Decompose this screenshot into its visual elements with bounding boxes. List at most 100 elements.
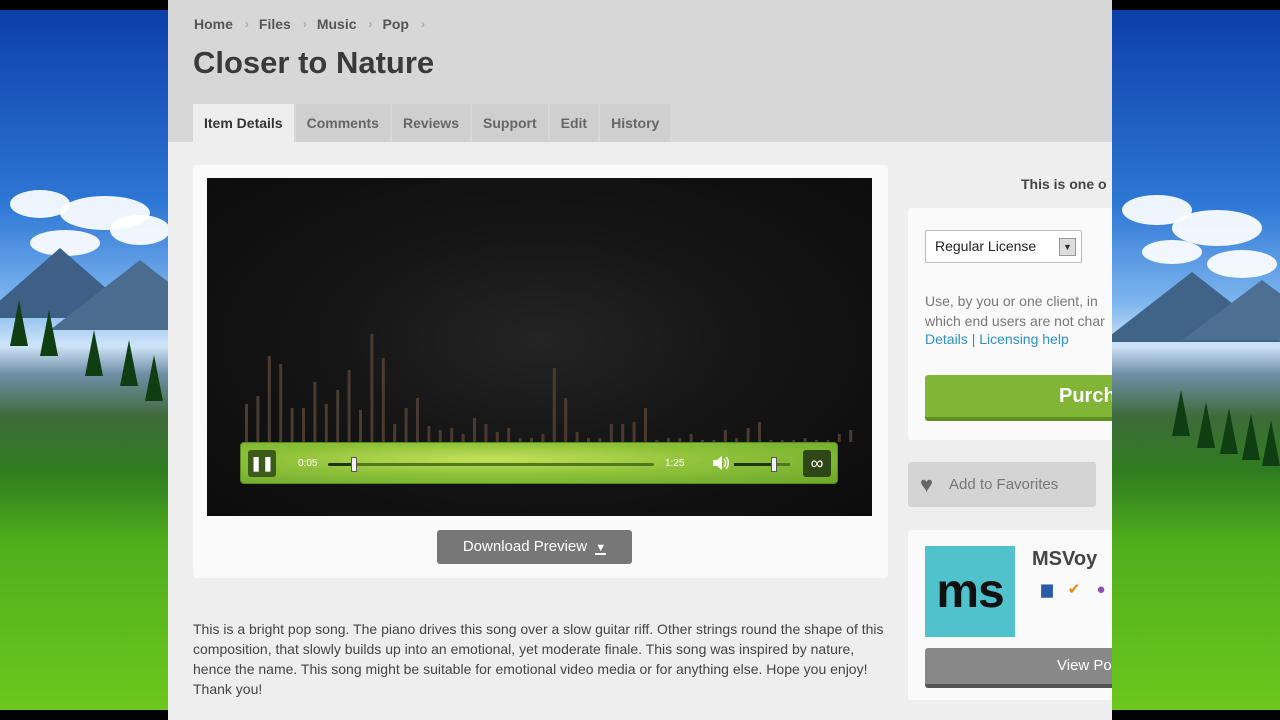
tab-history[interactable]: History [600, 104, 671, 142]
waveform-bar [632, 422, 636, 442]
waveform-bar [541, 434, 545, 442]
item-page: Home › Files › Music › Pop › Closer to N… [168, 0, 1112, 720]
volume-level [734, 463, 775, 466]
screen: Home › Files › Music › Pop › Closer to N… [0, 0, 1280, 720]
seek-handle[interactable] [351, 457, 358, 472]
waveform-bar [427, 426, 431, 442]
tab-item-details[interactable]: Item Details [193, 104, 294, 142]
license-select[interactable]: Regular License ▼ [925, 230, 1082, 263]
player-controls: ❚❚ 0:05 1:25 ∞ [240, 442, 838, 484]
waveform-bar [438, 430, 442, 442]
chevron-right-icon: › [368, 17, 373, 31]
volume-icon[interactable] [712, 455, 730, 471]
waveform-bar [370, 334, 374, 442]
breadcrumb: Home › Files › Music › Pop › [194, 16, 435, 32]
waveform-bar [404, 408, 408, 442]
waveform-bar [256, 396, 260, 442]
waveform-bar [393, 424, 397, 442]
item-description: This is a bright pop song. The piano dri… [193, 621, 884, 697]
waveform-bar [837, 434, 841, 442]
download-preview-label: Download Preview [462, 538, 588, 555]
breadcrumb-home[interactable]: Home [194, 16, 233, 32]
preview-card: ❚❚ 0:05 1:25 ∞ Download Preview ▼ [193, 165, 888, 578]
license-select-value: Regular License [935, 238, 1037, 254]
waveform-bar [324, 404, 328, 442]
desktop-background-right [1112, 10, 1280, 710]
waveform-bar [495, 432, 499, 442]
waveform-bar [575, 432, 579, 442]
desktop-background-left [0, 10, 168, 710]
details-link[interactable]: Details [925, 331, 968, 347]
waveform-bar [621, 424, 625, 442]
pause-icon: ❚❚ [250, 455, 274, 471]
waveform-bar [644, 408, 647, 442]
check-badge-icon[interactable]: ✔ [1063, 580, 1085, 600]
seek-slider[interactable] [328, 457, 654, 472]
view-portfolio-button[interactable]: View Po [925, 648, 1112, 688]
license-description: Use, by you or one client, in which end … [925, 291, 1112, 331]
volume-slider[interactable] [734, 457, 790, 472]
waveform-bar [552, 368, 556, 442]
waveform-bar [609, 424, 613, 442]
waveform-bar [416, 398, 419, 442]
license-card: Regular License ▼ Use, by you or one cli… [908, 208, 1112, 440]
waveform-bar [302, 408, 305, 442]
chevron-right-icon: › [420, 17, 425, 31]
waveform-bar [461, 434, 465, 442]
loop-button[interactable]: ∞ [803, 450, 831, 477]
tab-support[interactable]: Support [472, 104, 548, 142]
licensing-help-link[interactable]: Licensing help [979, 331, 1069, 347]
waveform-bar [689, 434, 693, 442]
waveform-bar [564, 398, 568, 442]
waveform-bar [849, 430, 853, 442]
tab-reviews[interactable]: Reviews [391, 104, 470, 142]
waveform-bar [279, 364, 283, 442]
license-description-line: Use, by you or one client, in [925, 293, 1098, 309]
waveform-bar [758, 422, 761, 442]
dropdown-arrow-icon[interactable]: ▼ [1059, 238, 1076, 256]
tab-edit[interactable]: Edit [549, 104, 599, 142]
waveform-bar [245, 404, 248, 442]
chevron-right-icon: › [244, 17, 249, 31]
breadcrumb-pop[interactable]: Pop [383, 16, 409, 32]
heart-icon: ♥ [920, 472, 934, 497]
page-title: Closer to Nature [193, 45, 435, 80]
pause-button[interactable]: ❚❚ [248, 450, 276, 477]
waveform-bar [290, 408, 294, 442]
current-time: 0:05 [298, 458, 318, 469]
add-to-favorites-button[interactable]: ♥ Add to Favorites [908, 462, 1096, 507]
purchase-button[interactable]: Purch [925, 375, 1112, 421]
license-links: Details | Licensing help [925, 331, 1069, 347]
waveform-bar [484, 424, 488, 442]
author-card: ms MSVoy ▆ ✔ ● View Po [908, 530, 1112, 700]
waveform-bar [746, 428, 750, 442]
waveform-bar [267, 356, 271, 442]
waveform-bar [723, 430, 727, 442]
item-tabs: Item Details Comments Reviews Support Ed… [193, 104, 672, 142]
author-name[interactable]: MSVoy [1032, 548, 1097, 571]
avatar[interactable]: ms [925, 546, 1015, 637]
waveform-bar [473, 418, 476, 442]
waveform-bar [313, 382, 317, 442]
waveform-bar [450, 428, 454, 442]
waveform-bar [359, 410, 362, 442]
audio-player: ❚❚ 0:05 1:25 ∞ [207, 178, 872, 516]
breadcrumb-music[interactable]: Music [317, 16, 357, 32]
add-to-favorites-label: Add to Favorites [949, 476, 1059, 493]
download-preview-button[interactable]: Download Preview ▼ [437, 530, 632, 564]
waveform-bar [507, 428, 511, 442]
volume-handle[interactable] [771, 457, 778, 472]
breadcrumb-files[interactable]: Files [259, 16, 291, 32]
award-badge-icon[interactable]: ● [1090, 580, 1112, 600]
flag-badge-icon[interactable]: ▆ [1036, 580, 1058, 600]
chevron-right-icon: › [302, 17, 307, 31]
license-description-line: which end users are not char [925, 313, 1105, 329]
waveform-bar [381, 358, 385, 442]
author-badges: ▆ ✔ ● [1036, 580, 1112, 600]
waveform-bar [336, 390, 340, 442]
exclusive-note: This is one o [1021, 176, 1107, 192]
download-icon: ▼ [595, 542, 607, 555]
tab-comments[interactable]: Comments [295, 104, 390, 142]
waveform-bar [347, 370, 351, 442]
total-time: 1:25 [665, 458, 685, 469]
